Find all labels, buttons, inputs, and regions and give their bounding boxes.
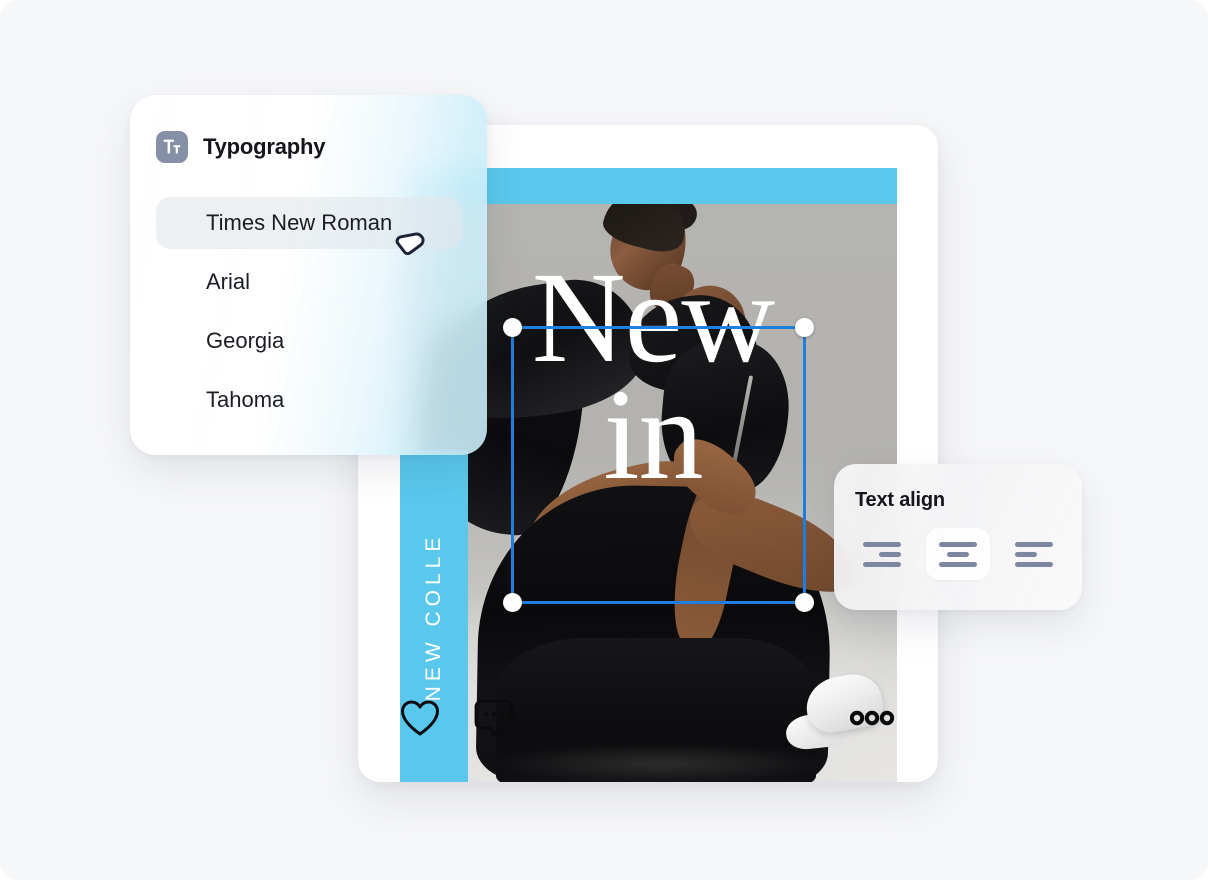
text-align-options bbox=[850, 528, 1066, 580]
font-option-tahoma[interactable]: Tahoma bbox=[156, 374, 462, 426]
text-align-panel-title: Text align bbox=[855, 489, 945, 511]
app-canvas: NEW COLLE New in Typography Times New Ro… bbox=[0, 0, 1208, 880]
font-list: Times New Roman Arial Georgia Tahoma bbox=[156, 197, 462, 433]
text-selection-box[interactable] bbox=[503, 318, 814, 612]
font-option-times-new-roman[interactable]: Times New Roman bbox=[156, 197, 462, 249]
font-option-label: Georgia bbox=[206, 328, 285, 353]
font-option-label: Arial bbox=[206, 269, 251, 294]
text-align-panel: Text align bbox=[834, 464, 1082, 610]
font-option-arial[interactable]: Arial bbox=[156, 256, 462, 308]
comment-button[interactable] bbox=[474, 699, 514, 738]
resize-handle-bottom-right[interactable] bbox=[795, 593, 814, 612]
align-right-button[interactable] bbox=[850, 528, 914, 580]
resize-handle-top-right[interactable] bbox=[795, 318, 814, 337]
align-center-button[interactable] bbox=[926, 528, 990, 580]
comment-icon bbox=[474, 699, 514, 737]
resize-handle-bottom-left[interactable] bbox=[503, 593, 522, 612]
resize-handle-top-left[interactable] bbox=[503, 318, 522, 337]
typography-panel-header: Typography bbox=[156, 131, 325, 163]
font-option-georgia[interactable]: Georgia bbox=[156, 315, 462, 367]
font-option-label: Times New Roman bbox=[206, 210, 393, 235]
more-options-button[interactable] bbox=[850, 710, 894, 726]
align-left-button[interactable] bbox=[1002, 528, 1066, 580]
post-action-bar bbox=[358, 654, 938, 782]
text-format-icon bbox=[156, 131, 188, 163]
font-option-label: Tahoma bbox=[206, 387, 285, 412]
like-button[interactable] bbox=[400, 700, 440, 737]
heart-icon bbox=[401, 700, 439, 735]
typography-panel: Typography Times New Roman Arial Georgia… bbox=[130, 95, 487, 455]
more-options-icon bbox=[850, 710, 894, 726]
typography-panel-title: Typography bbox=[203, 134, 326, 159]
